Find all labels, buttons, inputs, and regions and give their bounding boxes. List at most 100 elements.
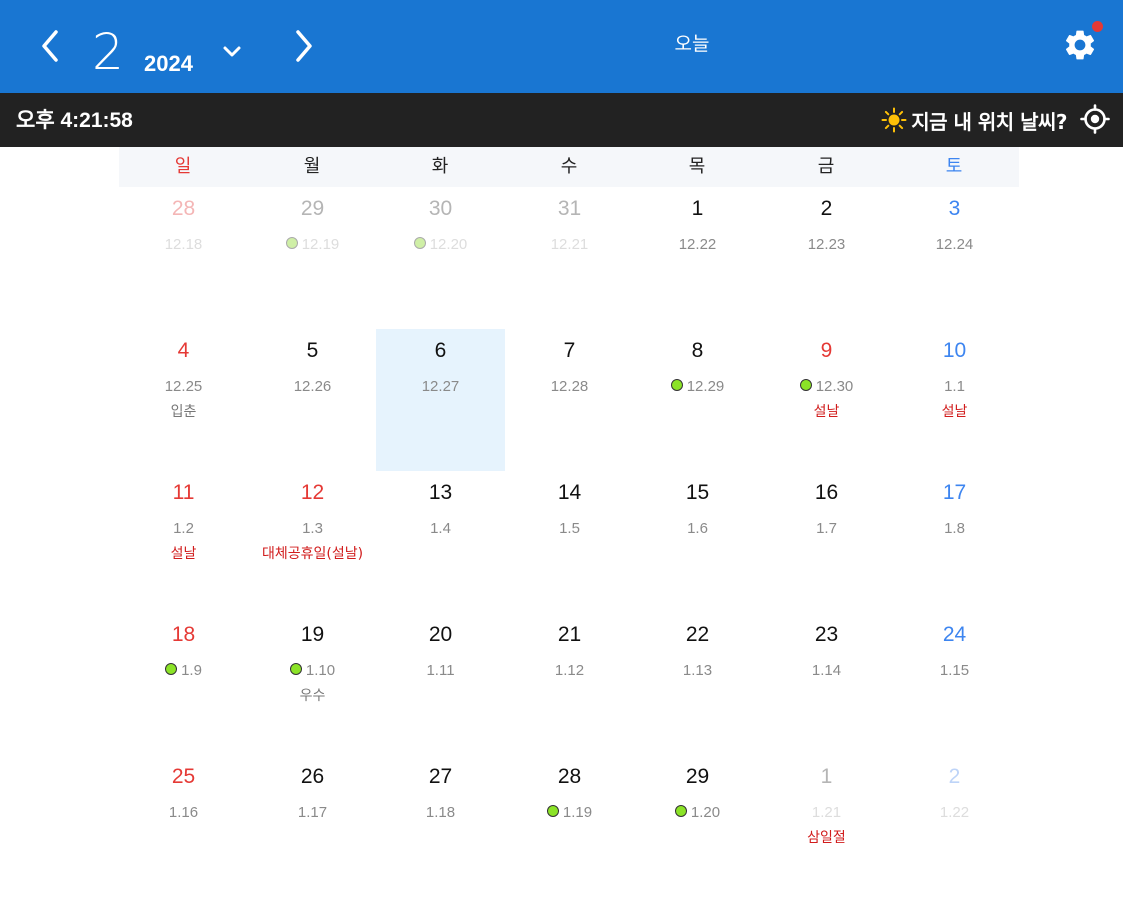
lunar-date-text: 1.10 xyxy=(305,662,336,679)
day-cell[interactable]: 22 1.13 xyxy=(633,613,762,755)
day-cell[interactable]: 28 1.19 xyxy=(505,755,634,897)
day-number: 9 xyxy=(820,339,833,362)
lunar-date-text: 1.22 xyxy=(939,804,970,821)
weather-button[interactable]: 지금 내 위치 날씨? xyxy=(881,106,1067,134)
event-dot-icon xyxy=(413,237,426,249)
lunar-date: 12.30 xyxy=(762,377,891,397)
day-cell[interactable]: 24 1.15 xyxy=(890,613,1019,755)
lunar-date: 1.19 xyxy=(505,803,634,823)
day-cell[interactable]: 18 1.9 xyxy=(119,613,248,755)
lunar-date-text: 12.27 xyxy=(421,378,460,395)
holiday-label: 대체공휴일(설날) xyxy=(261,546,364,562)
lunar-date: 12.29 xyxy=(633,377,762,397)
day-cell[interactable]: 29 12.19 xyxy=(248,187,377,329)
day-cell[interactable]: 2 1.22 xyxy=(890,755,1019,897)
lunar-date: 12.22 xyxy=(633,235,762,255)
lunar-date-text: 1.16 xyxy=(168,804,199,821)
event-dot-icon xyxy=(165,663,178,675)
day-cell[interactable]: 14 1.5 xyxy=(505,471,634,613)
day-cell[interactable]: 9 12.30 설날 xyxy=(762,329,891,471)
today-button[interactable]: 오늘 xyxy=(652,30,732,58)
weekday-sun: 일 xyxy=(174,156,192,177)
day-number: 8 xyxy=(691,339,704,362)
event-dot-icon xyxy=(289,663,302,675)
day-cell[interactable]: 15 1.6 xyxy=(633,471,762,613)
prev-month-button[interactable] xyxy=(32,26,68,66)
day-number: 28 xyxy=(171,197,196,220)
lunar-date-text: 1.17 xyxy=(297,804,328,821)
lunar-date-text: 1.2 xyxy=(173,520,194,537)
lunar-date-text: 1.11 xyxy=(426,662,455,679)
day-number: 28 xyxy=(557,765,582,788)
chevron-right-icon xyxy=(296,30,312,62)
day-cell[interactable]: 8 12.29 xyxy=(633,329,762,471)
lunar-date-text: 12.24 xyxy=(935,236,974,253)
lunar-date-text: 1.3 xyxy=(302,520,323,537)
lunar-date-text: 1.13 xyxy=(682,662,713,679)
day-number: 22 xyxy=(685,623,710,646)
lunar-date: 12.24 xyxy=(890,235,1019,255)
lunar-date: 1.16 xyxy=(119,803,248,823)
day-cell[interactable]: 16 1.7 xyxy=(762,471,891,613)
lunar-date-text: 12.25 xyxy=(164,378,203,395)
day-cell[interactable]: 27 1.18 xyxy=(376,755,505,897)
year-dropdown-button[interactable] xyxy=(220,42,244,62)
day-cell[interactable]: 11 1.2 설날 xyxy=(119,471,248,613)
gear-icon xyxy=(1065,30,1095,60)
lunar-date-text: 1.6 xyxy=(687,520,708,537)
day-cell[interactable]: 26 1.17 xyxy=(248,755,377,897)
day-cell[interactable]: 1 12.22 xyxy=(633,187,762,329)
weekday-sat: 토 xyxy=(945,156,963,177)
day-cell[interactable]: 31 12.21 xyxy=(505,187,634,329)
day-cell[interactable]: 19 1.10 우수 xyxy=(248,613,377,755)
day-cell[interactable]: 1 1.21 삼일절 xyxy=(762,755,891,897)
lunar-date: 12.18 xyxy=(119,235,248,255)
event-dot-icon xyxy=(674,805,687,817)
day-number: 19 xyxy=(300,623,325,646)
solar-term-label: 입춘 xyxy=(170,404,197,420)
day-cell[interactable]: 2 12.23 xyxy=(762,187,891,329)
current-time: 오후 4:21:58 xyxy=(16,109,133,132)
notification-badge xyxy=(1092,21,1103,32)
day-cell[interactable]: 10 1.1 설날 xyxy=(890,329,1019,471)
year-label[interactable]: 2024 xyxy=(144,50,193,78)
day-number: 16 xyxy=(814,481,839,504)
lunar-date: 1.12 xyxy=(505,661,634,681)
day-cell[interactable]: 29 1.20 xyxy=(633,755,762,897)
day-cell[interactable]: 21 1.12 xyxy=(505,613,634,755)
event-dot-icon xyxy=(670,379,683,391)
day-cell[interactable]: 12 1.3 대체공휴일(설날) xyxy=(248,471,377,613)
day-number: 14 xyxy=(557,481,582,504)
lunar-date-text: 12.30 xyxy=(815,378,854,395)
day-cell[interactable]: 5 12.26 xyxy=(248,329,377,471)
day-cell[interactable]: 23 1.14 xyxy=(762,613,891,755)
month-label[interactable]: 2 xyxy=(92,22,124,82)
lunar-date-text: 1.18 xyxy=(425,804,456,821)
day-cell[interactable]: 25 1.16 xyxy=(119,755,248,897)
day-cell[interactable]: 17 1.8 xyxy=(890,471,1019,613)
day-cell[interactable]: 20 1.11 xyxy=(376,613,505,755)
day-number: 11 xyxy=(172,481,195,504)
day-cell[interactable]: 30 12.20 xyxy=(376,187,505,329)
day-number: 1 xyxy=(820,765,833,788)
day-number: 7 xyxy=(563,339,576,362)
lunar-date: 1.7 xyxy=(762,519,891,539)
day-number: 6 xyxy=(434,339,447,362)
settings-button[interactable] xyxy=(1062,27,1098,63)
day-cell[interactable]: 4 12.25 입춘 xyxy=(119,329,248,471)
day-cell[interactable]: 7 12.28 xyxy=(505,329,634,471)
day-cell[interactable]: 3 12.24 xyxy=(890,187,1019,329)
lunar-date-text: 1.19 xyxy=(562,804,593,821)
weekday-header: 일 월 화 수 목 금 토 xyxy=(119,147,1019,187)
next-month-button[interactable] xyxy=(286,26,322,66)
lunar-date-text: 1.9 xyxy=(181,662,202,679)
lunar-date-text: 12.21 xyxy=(550,236,589,253)
weekday-mon: 월 xyxy=(303,156,321,177)
day-cell[interactable]: 6 12.27 xyxy=(376,329,505,471)
lunar-date: 12.20 xyxy=(376,235,505,255)
lunar-date: 12.27 xyxy=(376,377,505,397)
day-cell[interactable]: 13 1.4 xyxy=(376,471,505,613)
locate-button[interactable] xyxy=(1080,104,1110,134)
day-cell[interactable]: 28 12.18 xyxy=(119,187,248,329)
day-number: 2 xyxy=(948,765,961,788)
